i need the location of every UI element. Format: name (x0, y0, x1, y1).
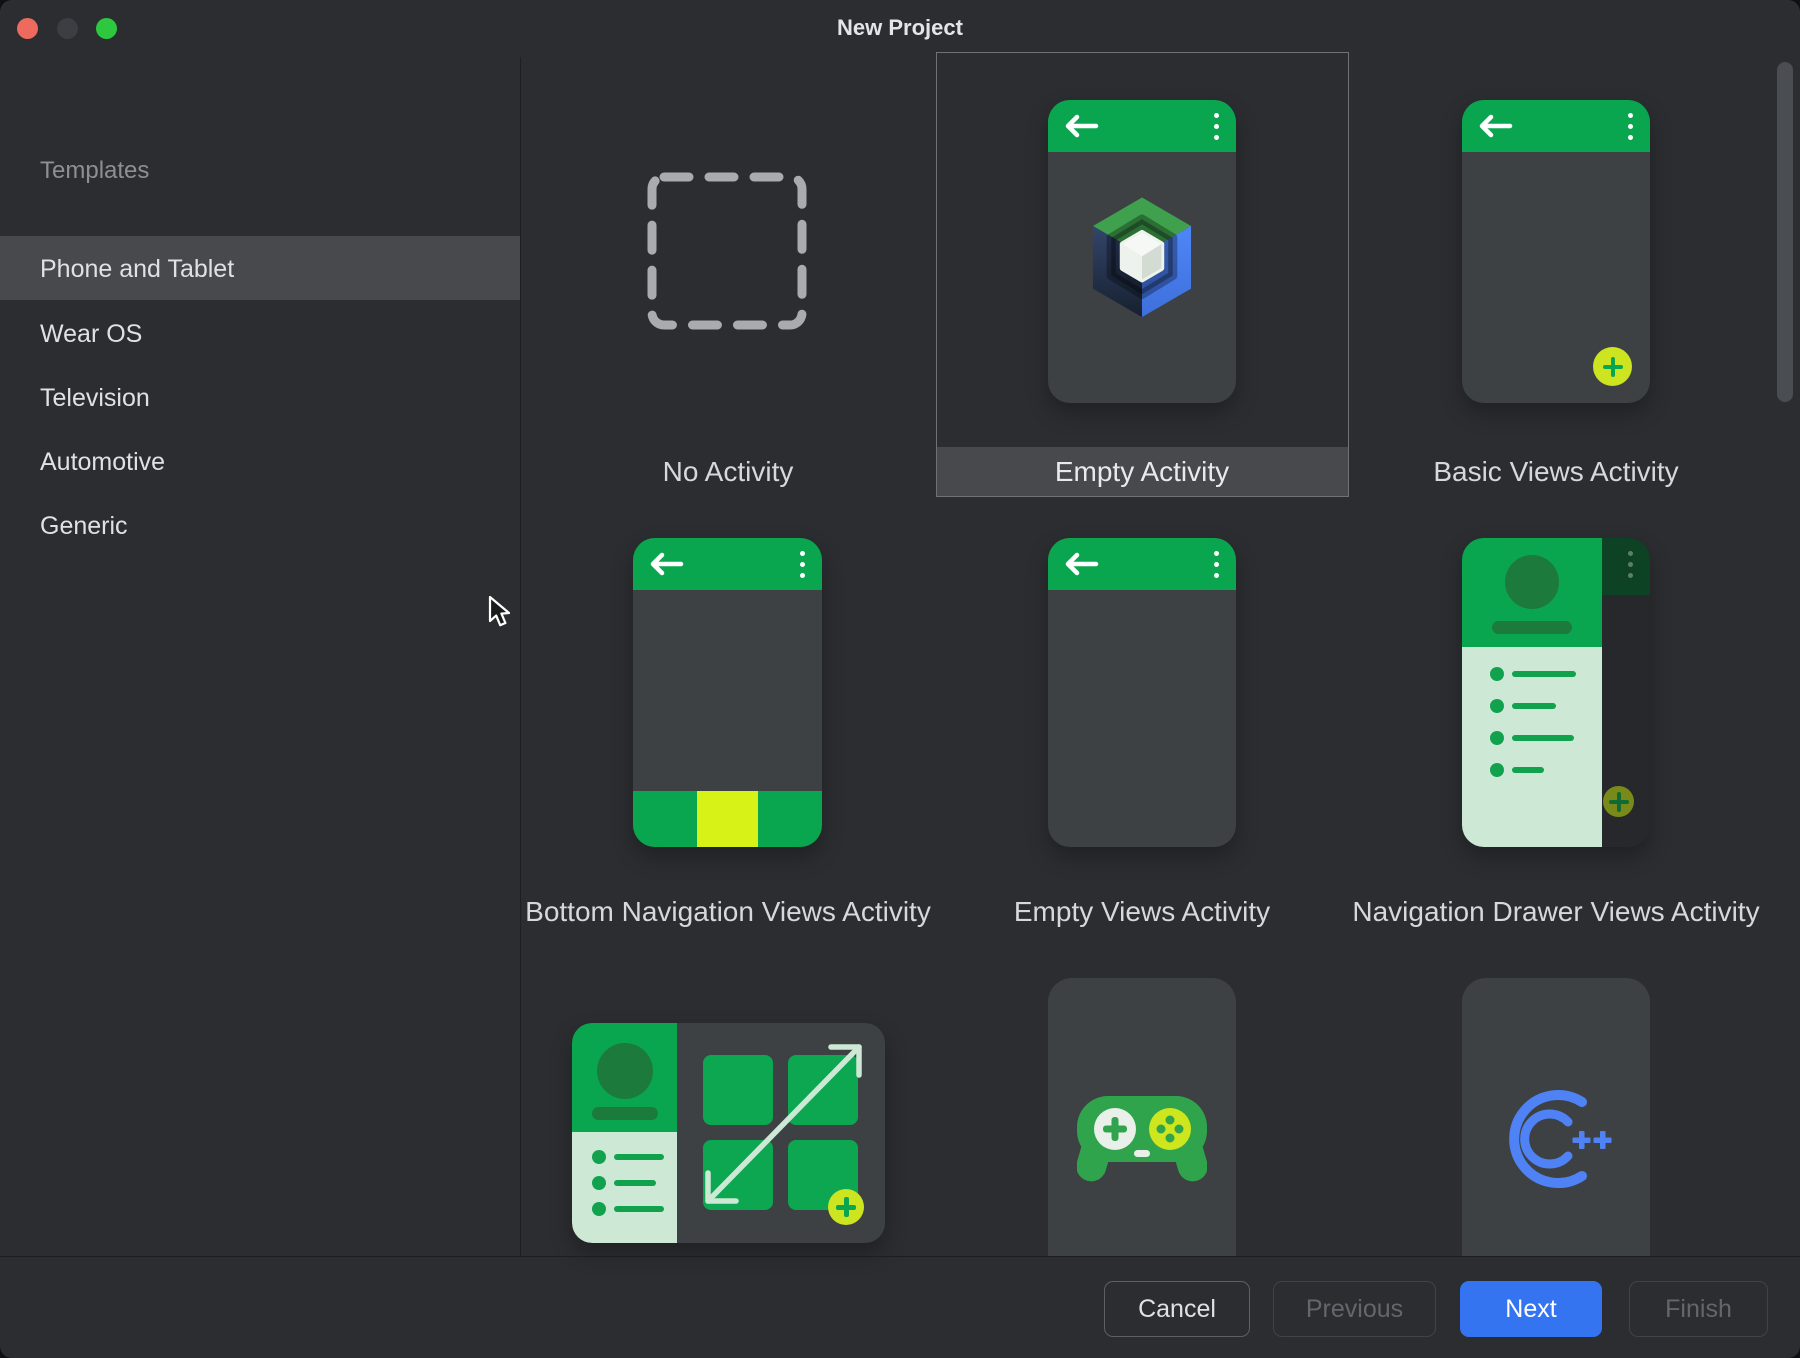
cancel-button[interactable]: Cancel (1104, 1281, 1250, 1337)
sidebar-item-automotive[interactable]: Automotive (0, 430, 520, 494)
avatar (1505, 555, 1559, 609)
app-bar (633, 538, 822, 590)
kebab-menu-icon (1214, 551, 1219, 578)
sidebar-item-phone-and-tablet[interactable]: Phone and Tablet (0, 237, 520, 301)
template-label: Basic Views Activity (1349, 447, 1763, 497)
game-controller-icon (1077, 1090, 1207, 1190)
sidebar-item-generic[interactable]: Generic (0, 494, 520, 558)
titlebar: New Project (0, 0, 1800, 57)
sidebar-item-television[interactable]: Television (0, 366, 520, 430)
sidebar-item-wear-os[interactable]: Wear OS (0, 302, 520, 366)
phone-mockup (1048, 100, 1236, 403)
back-arrow-icon (1063, 552, 1099, 576)
footer-separator (0, 1256, 1800, 1257)
kebab-menu-icon (1628, 113, 1633, 140)
phone-mockup (1048, 978, 1236, 1256)
back-arrow-icon (648, 552, 684, 576)
fab-plus-icon (1593, 347, 1632, 386)
tablet-adaptive-layout-icon (572, 1023, 885, 1243)
previous-button[interactable]: Previous (1273, 1281, 1436, 1337)
phone-mockup (633, 538, 822, 847)
templates-sidebar: Templates Phone and Tablet Wear OS Telev… (0, 57, 521, 1256)
app-bar (1048, 538, 1236, 590)
dashed-square-icon (647, 172, 807, 330)
dimmed-fab-plus-icon (1603, 786, 1634, 817)
template-label: Empty Activity (935, 447, 1349, 497)
phone-mockup (1048, 538, 1236, 847)
kebab-menu-icon (1214, 113, 1219, 140)
phone-mockup (1462, 538, 1650, 847)
cpp-logo-icon (1496, 1084, 1616, 1194)
vertical-scrollbar-thumb[interactable] (1777, 62, 1793, 402)
finish-button[interactable]: Finish (1629, 1281, 1768, 1337)
avatar-name-bar (592, 1107, 658, 1120)
new-project-dialog: New Project Templates Phone and Tablet W… (0, 0, 1800, 1358)
fab-plus-icon (828, 1189, 864, 1225)
phone-mockup (1462, 978, 1650, 1256)
template-label: Bottom Navigation Views Activity (521, 858, 935, 928)
app-bar (1462, 100, 1650, 152)
app-bar (1048, 100, 1236, 152)
kebab-menu-icon (1628, 551, 1633, 578)
back-arrow-icon (1063, 114, 1099, 138)
bottom-nav-bar-icon (633, 791, 822, 847)
sidebar-header: Templates (40, 157, 149, 185)
avatar-name-bar (1492, 621, 1572, 634)
phone-mockup (1462, 100, 1650, 403)
template-label: No Activity (521, 447, 935, 497)
avatar (597, 1043, 653, 1099)
next-button[interactable]: Next (1460, 1281, 1602, 1337)
nav-drawer-icon (1462, 538, 1602, 847)
kebab-menu-icon (800, 551, 805, 578)
template-label: Empty Views Activity (935, 858, 1349, 928)
back-arrow-icon (1477, 114, 1513, 138)
template-label: Navigation Drawer Views Activity (1349, 858, 1763, 928)
jetpack-compose-logo-icon (1085, 196, 1199, 322)
dialog-title: New Project (0, 15, 1800, 41)
